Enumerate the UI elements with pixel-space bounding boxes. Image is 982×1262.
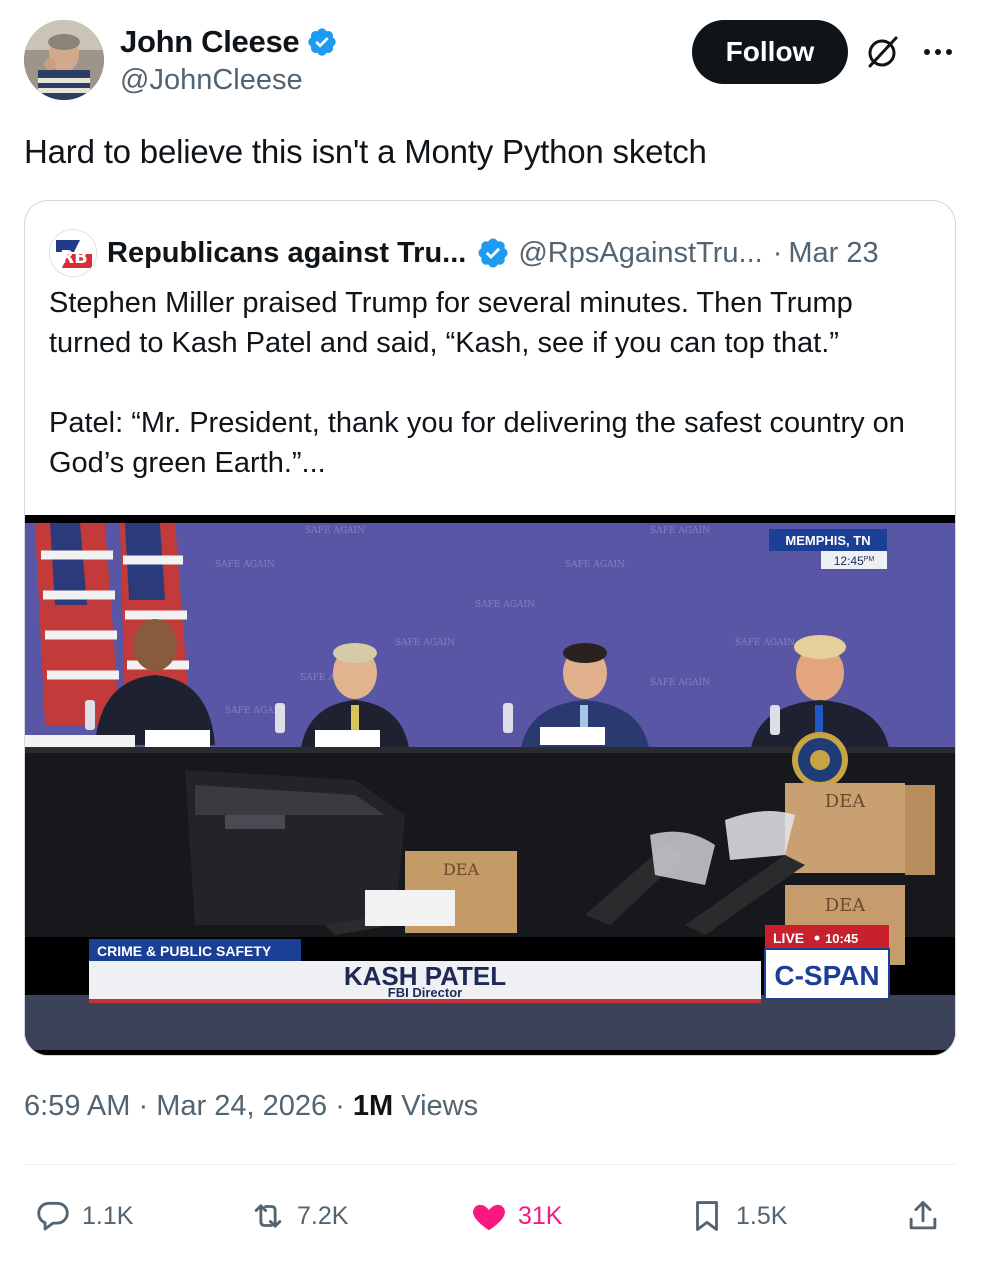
box-label: DEA [443,860,480,879]
post-time[interactable]: 6:59 AM [24,1090,130,1122]
backdrop-text: SAFE AGAIN [215,560,275,570]
location-time-suffix: PM [864,556,875,563]
like-button[interactable]: 31K [470,1192,562,1240]
location-label: MEMPHIS, TN [785,533,870,548]
live-label: LIVE [773,930,804,946]
location-time: 12:45 [834,554,864,568]
repost-icon [254,1204,282,1228]
quoted-separator: · [772,236,783,269]
bookmark-button[interactable]: 1.5K [688,1192,787,1240]
box-label: DEA [825,791,867,812]
tweet-meta: 6:59 AM · Mar 24, 2026 · 1M Views [24,1090,478,1123]
meta-separator: · [138,1090,149,1122]
bookmark-count: 1.5K [736,1201,788,1230]
like-count: 31K [518,1201,563,1230]
reply-count: 1.1K [82,1201,134,1230]
speaker-title: FBI Director [388,985,462,1000]
bookmark-icon [696,1201,718,1231]
quoted-tweet[interactable]: RB Republicans against Tru... @RpsAgains… [24,200,956,1056]
backdrop-text: SAFE AGAIN [650,526,710,536]
quoted-paragraph-1: Stephen Miller praised Trump for several… [49,287,853,359]
quoted-header: RB Republicans against Tru... @RpsAgains… [49,229,879,277]
verified-badge-icon [306,26,338,58]
topic-label: CRIME & PUBLIC SAFETY [97,943,272,959]
quoted-text: Stephen Miller praised Trump for several… [49,283,939,483]
author-name-row: John Cleese [120,24,338,60]
grok-icon[interactable] [862,32,902,72]
video-frame: SAFE AGAIN SAFE AGAIN SAFE AGAIN SAFE AG… [25,515,955,1055]
backdrop-text: SAFE AGAIN [565,560,625,570]
backdrop-text: SAFE AGAIN [475,600,535,610]
views-label: Views [401,1090,479,1122]
backdrop-text: SAFE AGAIN [305,526,365,536]
quoted-video[interactable]: SAFE AGAIN SAFE AGAIN SAFE AGAIN SAFE AG… [25,515,955,1055]
quoted-handle[interactable]: @RpsAgainstTru... [518,237,762,270]
heart-icon [473,1204,505,1231]
meta-separator: · [335,1090,345,1122]
reply-button[interactable]: 1.1K [34,1192,133,1240]
backdrop-text: SAFE AGAIN [735,638,795,648]
quoted-paragraph-2: Patel: “Mr. President, thank you for del… [49,407,905,479]
share-button[interactable] [904,1192,942,1240]
repost-count: 7.2K [297,1201,349,1230]
repost-button[interactable]: 7.2K [249,1192,348,1240]
quoted-avatar[interactable]: RB [49,229,97,277]
share-icon [909,1201,937,1230]
tweet-text: Hard to believe this isn't a Monty Pytho… [24,133,707,170]
more-options-icon[interactable] [918,36,958,68]
quoted-avatar-text: RB [60,247,88,268]
views-count: 1M [352,1090,394,1122]
author-avatar[interactable] [24,20,104,100]
quoted-date[interactable]: Mar 23 [788,237,878,270]
live-time: 10:45 [825,931,858,946]
action-bar: 1.1K 7.2K 31K 1.5K [24,1192,956,1240]
quoted-display-name[interactable]: Republicans against Tru... [107,237,466,270]
divider [24,1164,956,1165]
backdrop-text: SAFE AGAIN [395,638,455,648]
network-logo: C-SPAN [774,960,879,991]
author-display-name[interactable]: John Cleese [120,24,300,60]
author-handle[interactable]: @JohnCleese [120,64,303,97]
backdrop-text: SAFE AGAIN [650,678,710,688]
box-label: DEA [825,895,867,916]
post-date[interactable]: Mar 24, 2026 [156,1090,327,1122]
reply-icon [37,1201,69,1231]
follow-button[interactable]: Follow [692,20,848,84]
quoted-verified-badge-icon [476,236,510,270]
